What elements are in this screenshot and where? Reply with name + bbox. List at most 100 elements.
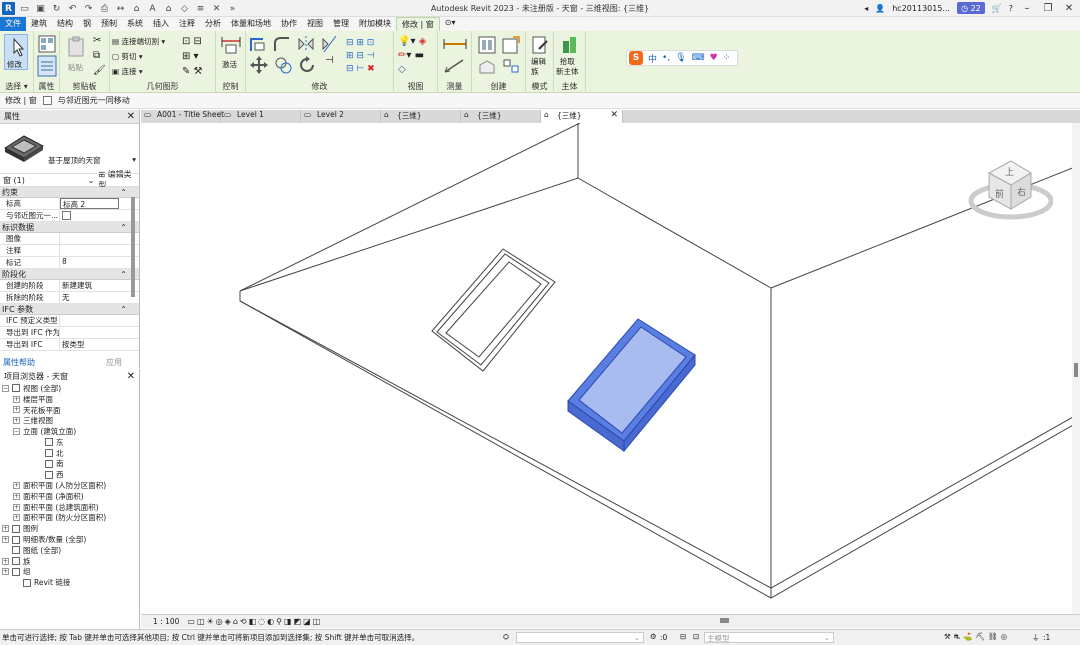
viewcube-right-label[interactable]: 右 bbox=[1017, 185, 1026, 198]
view-tab[interactable]: ▭ A001 - Title Sheet bbox=[141, 110, 224, 123]
measure-icon[interactable]: ↔ bbox=[114, 3, 127, 15]
tab-modify-window[interactable]: 修改 | 窗 bbox=[396, 17, 440, 31]
mirror-axis-icon[interactable] bbox=[297, 35, 315, 53]
close-tab-icon[interactable]: ✕ bbox=[610, 110, 618, 120]
edit-family-label[interactable]: 编辑 族 bbox=[531, 57, 546, 77]
split-icons[interactable]: ⊟ ⊞ ⊡ ⊞ ⊟ ⊣ ⊟ ⊢ ✖ bbox=[346, 37, 375, 76]
3d-view-icon[interactable]: ⌂ bbox=[162, 3, 175, 15]
expand-icon[interactable]: + bbox=[13, 503, 20, 511]
roof-3d-model[interactable] bbox=[141, 122, 1080, 614]
type-properties-icon[interactable] bbox=[38, 35, 56, 53]
drawing-canvas[interactable]: 上 前 右 bbox=[141, 122, 1080, 614]
view-scale[interactable]: 1 : 100 bbox=[153, 617, 179, 626]
modify-button[interactable]: 修改 bbox=[4, 34, 28, 70]
browser-node[interactable]: + 面积平面 (净面积) bbox=[2, 491, 139, 502]
tab-addins[interactable]: 附加模块 bbox=[354, 17, 396, 31]
view-tab[interactable]: ▭ Level 2 bbox=[301, 110, 381, 123]
revit-logo-icon[interactable]: R bbox=[2, 2, 15, 15]
move-icon[interactable] bbox=[249, 55, 269, 75]
browser-node[interactable]: + 图例 bbox=[2, 523, 139, 534]
ime-mode[interactable]: 中 bbox=[648, 52, 657, 65]
notification-badge[interactable]: ◷ 22 bbox=[957, 2, 985, 14]
browser-node[interactable]: + 天花板平面 bbox=[2, 405, 139, 416]
minimize-button[interactable]: – bbox=[1020, 3, 1034, 14]
property-value[interactable]: 无 bbox=[60, 292, 139, 303]
ribbon-options-dropdown[interactable]: ⊙▾ bbox=[440, 17, 461, 31]
view-tab-active[interactable]: ⌂ {三维} ✕ bbox=[541, 110, 623, 123]
view-tab[interactable]: ⌂ {三维} bbox=[381, 110, 461, 123]
browser-node[interactable]: 北 bbox=[2, 448, 139, 459]
create-parts-icon[interactable] bbox=[501, 35, 521, 55]
expand-icon[interactable]: + bbox=[2, 557, 9, 565]
create-group-icon[interactable] bbox=[477, 57, 497, 75]
browser-node[interactable]: + 面积平面 (防火分区面积) bbox=[2, 513, 139, 524]
mirror-draw-icon[interactable] bbox=[321, 35, 339, 53]
align-icon[interactable] bbox=[249, 35, 267, 53]
tab-massing-site[interactable]: 体量和场地 bbox=[226, 17, 276, 31]
paste-icon[interactable] bbox=[67, 36, 85, 58]
scroll-thumb[interactable] bbox=[1074, 363, 1078, 377]
property-value[interactable] bbox=[60, 233, 139, 244]
browser-node[interactable]: + 组 bbox=[2, 567, 139, 578]
print-icon[interactable]: ⎙ bbox=[98, 3, 111, 15]
trim-icon[interactable]: ⊣ bbox=[325, 55, 334, 66]
view-control-icons[interactable]: ▭◫☀◎◈⌂⟲◧◌◐⚲◨◩◪◫ bbox=[187, 617, 322, 626]
property-value[interactable] bbox=[60, 245, 139, 256]
copy-icon[interactable]: ⧉ bbox=[93, 50, 100, 61]
view-icons[interactable]: 💡▾ ◈ ✏▾ ▬ ◇ bbox=[398, 35, 426, 77]
join-cut-button[interactable]: ▤ 连接端切割 ▾ bbox=[112, 36, 165, 47]
text-icon[interactable]: A bbox=[146, 3, 159, 15]
viewcube-front-label[interactable]: 前 bbox=[995, 187, 1004, 200]
more-icon[interactable]: » bbox=[226, 3, 239, 15]
measure-distance-icon[interactable] bbox=[442, 37, 468, 51]
tab-structure[interactable]: 结构 bbox=[52, 17, 78, 31]
property-value[interactable]: 8 bbox=[60, 257, 139, 268]
filter-dropdown-icon[interactable]: ⌄ bbox=[88, 176, 95, 185]
tab-systems[interactable]: 系统 bbox=[122, 17, 148, 31]
user-name[interactable]: hc20113015... bbox=[892, 4, 950, 13]
open-icon[interactable]: ▭ bbox=[18, 3, 31, 15]
expand-icon[interactable]: + bbox=[2, 525, 9, 533]
browser-node[interactable]: + 三维视图 bbox=[2, 415, 139, 426]
expand-icon[interactable]: + bbox=[13, 417, 20, 425]
close-hidden-icon[interactable]: ✕ bbox=[210, 3, 223, 15]
cart-icon[interactable]: 🛒 bbox=[992, 4, 1002, 13]
browser-node[interactable]: − 视图 (全部) bbox=[2, 383, 139, 394]
instance-filter-label[interactable]: 窗 (1) bbox=[3, 175, 88, 186]
group-identity[interactable]: 标识数据 ⌃ bbox=[0, 222, 139, 233]
pick-new-host-icon[interactable] bbox=[561, 35, 579, 55]
create-assembly-icon[interactable] bbox=[477, 35, 497, 55]
filter-icon[interactable]: ⏚ bbox=[1032, 632, 1040, 643]
group-ifc[interactable]: IFC 参数 ⌃ bbox=[0, 304, 139, 315]
activate-dimensions-icon[interactable] bbox=[220, 35, 242, 55]
editable-icon[interactable]: ⚙ bbox=[650, 632, 657, 641]
collapse-icon[interactable]: − bbox=[2, 384, 9, 392]
edit-family-icon[interactable] bbox=[531, 35, 549, 55]
design-option-field[interactable]: 主模型 ⌄ bbox=[704, 632, 834, 643]
workset-icon[interactable]: ⛭ bbox=[503, 632, 509, 642]
selection-icons[interactable]: ⚒⛐⛳⛏⛓◎ bbox=[944, 632, 1010, 642]
demolish-icon[interactable]: ✎ ⚒ bbox=[182, 66, 203, 77]
type-dropdown-icon[interactable]: ▾ bbox=[132, 155, 136, 164]
keyboard-icon[interactable]: ⌨ bbox=[692, 53, 705, 63]
move-with-nearby-value[interactable] bbox=[60, 210, 139, 221]
restore-button[interactable]: ❐ bbox=[1041, 3, 1055, 14]
panel-select-label[interactable]: 选择 ▾ bbox=[0, 81, 33, 92]
level-value[interactable]: 标高 2 bbox=[60, 198, 119, 209]
expand-icon[interactable]: + bbox=[13, 395, 20, 403]
tab-view[interactable]: 视图 bbox=[302, 17, 328, 31]
apps-icon[interactable]: ⁘ bbox=[723, 53, 731, 63]
copy-element-icon[interactable] bbox=[273, 55, 293, 75]
browser-node[interactable]: 东 bbox=[2, 437, 139, 448]
collapse-icon[interactable]: − bbox=[13, 428, 20, 436]
group-constraints[interactable]: 约束 ⌃ bbox=[0, 187, 139, 198]
cut-icon[interactable]: ✂ bbox=[93, 35, 101, 46]
join-button[interactable]: ▣ 连接 ▾ bbox=[112, 66, 143, 77]
section-icon[interactable]: ◇ bbox=[178, 3, 191, 15]
split-face-icon[interactable]: ⊡ ⊟ bbox=[182, 36, 202, 47]
expand-icon[interactable]: + bbox=[13, 492, 20, 500]
tab-precast[interactable]: 预制 bbox=[96, 17, 122, 31]
design-option-icon[interactable]: ⊟ bbox=[680, 632, 686, 641]
expand-icon[interactable]: + bbox=[13, 482, 20, 490]
browser-node[interactable]: + 面积平面 (人防分区面积) bbox=[2, 480, 139, 491]
